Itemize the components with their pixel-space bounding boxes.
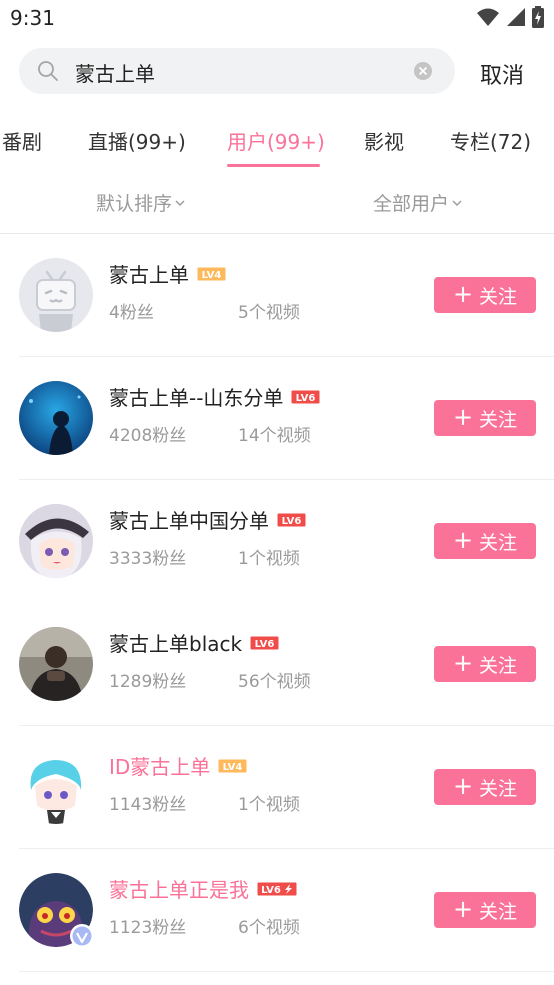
tab-bar: 番剧 直播(99+) 用户(99+) 影视 专栏(72): [0, 120, 554, 170]
video-count: 6个视频: [238, 918, 300, 938]
chevron-down-icon: [452, 200, 462, 206]
user-name[interactable]: 蒙古上单--山东分单: [109, 382, 283, 411]
default-avatar-icon: [36, 270, 76, 332]
follow-button[interactable]: + 关注: [434, 277, 536, 313]
level-badge: LV4: [197, 267, 226, 281]
sort-label: 默认排序: [96, 193, 173, 215]
video-count: 1个视频: [238, 795, 300, 815]
sort-dropdown[interactable]: 默认排序: [96, 189, 185, 216]
plus-icon: +: [452, 772, 474, 800]
fans-count: 4208粉丝: [109, 426, 187, 446]
battery-icon: [532, 6, 544, 28]
video-count: 56个视频: [238, 672, 311, 692]
filter-bar: 默认排序 全部用户: [0, 185, 554, 219]
cancel-button[interactable]: 取消: [480, 58, 524, 90]
tab-underline: [227, 164, 320, 167]
wifi-icon: [477, 8, 499, 26]
svg-text:LV6: LV6: [282, 516, 302, 527]
follow-label: 关注: [479, 900, 518, 923]
user-name[interactable]: 蒙古上单: [109, 259, 189, 288]
video-count: 14个视频: [238, 426, 311, 446]
avatar[interactable]: [19, 258, 93, 332]
user-row[interactable]: 蒙古上单正是我 LV6 1123粉丝 6个视频 + 关注: [0, 849, 554, 972]
user-name[interactable]: 蒙古上单中国分单: [109, 505, 269, 534]
search-input[interactable]: 蒙古上单: [19, 48, 455, 94]
follow-label: 关注: [479, 408, 518, 431]
user-row[interactable]: 蒙古上单中国分单 LV6 3333粉丝 1个视频 + 关注: [0, 480, 554, 603]
video-count: 5个视频: [238, 303, 300, 323]
anime-girl-avatar-image: [19, 504, 93, 578]
follow-label: 关注: [479, 654, 518, 677]
verified-badge-icon: [70, 924, 94, 948]
fans-count: 1289粉丝: [109, 672, 187, 692]
svg-text:LV6: LV6: [296, 393, 316, 404]
level-badge: LV6: [257, 882, 297, 896]
plus-icon: +: [452, 403, 474, 431]
user-name[interactable]: 蒙古上单black: [109, 628, 242, 657]
fans-count: 1123粉丝: [109, 918, 187, 938]
anime-character-avatar-image: [30, 760, 82, 824]
tab-film[interactable]: 影视: [364, 126, 404, 155]
user-row[interactable]: ID蒙古上单 LV4 1143粉丝 1个视频 + 关注: [0, 726, 554, 849]
avatar[interactable]: [19, 627, 93, 701]
user-name[interactable]: ID蒙古上单: [109, 751, 210, 780]
status-bar: 9:31: [0, 0, 554, 38]
user-name[interactable]: 蒙古上单正是我: [109, 874, 249, 903]
plus-icon: +: [452, 895, 474, 923]
video-count: 1个视频: [238, 549, 300, 569]
user-row[interactable]: 蒙古上单 LV4 4粉丝 5个视频 + 关注: [0, 234, 554, 357]
avatar[interactable]: [19, 750, 93, 824]
level-badge: LV6: [250, 636, 279, 650]
user-row[interactable]: 蒙古上单black LV6 1289粉丝 56个视频 + 关注: [0, 603, 554, 726]
fans-count: 3333粉丝: [109, 549, 187, 569]
chevron-down-icon: [175, 200, 185, 206]
svg-text:LV4: LV4: [202, 270, 222, 281]
svg-text:LV4: LV4: [223, 762, 243, 773]
tab-articles[interactable]: 专栏(72): [450, 126, 531, 155]
follow-label: 关注: [479, 777, 518, 800]
divider: [19, 971, 554, 972]
user-type-dropdown[interactable]: 全部用户: [373, 189, 462, 216]
search-bar: 蒙古上单: [0, 48, 554, 96]
status-time: 9:31: [10, 6, 55, 30]
plus-icon: +: [452, 649, 474, 677]
avatar[interactable]: [19, 381, 93, 455]
avatar[interactable]: [19, 873, 94, 948]
user-type-label: 全部用户: [373, 193, 450, 215]
fans-count: 4粉丝: [109, 303, 154, 323]
follow-button[interactable]: + 关注: [434, 400, 536, 436]
level-badge: LV4: [218, 759, 247, 773]
tab-live[interactable]: 直播(99+): [88, 126, 186, 155]
tab-anime[interactable]: 番剧: [2, 126, 42, 155]
follow-button[interactable]: + 关注: [434, 646, 536, 682]
level-badge: LV6: [277, 513, 306, 527]
tab-users[interactable]: 用户(99+): [227, 126, 325, 155]
follow-button[interactable]: + 关注: [434, 523, 536, 559]
follow-button[interactable]: + 关注: [434, 892, 536, 928]
aquarium-avatar-image: [19, 381, 93, 455]
avatar[interactable]: [19, 504, 93, 578]
plus-icon: +: [452, 526, 474, 554]
follow-label: 关注: [479, 531, 518, 554]
follow-button[interactable]: + 关注: [434, 769, 536, 805]
search-icon: [38, 61, 58, 81]
photo-avatar-image: [19, 627, 93, 701]
clear-icon[interactable]: [413, 61, 433, 81]
user-list: 蒙古上单 LV4 4粉丝 5个视频 + 关注 蒙古上单--山东分单 LV6 42…: [0, 234, 554, 972]
signal-icon: [507, 8, 525, 26]
level-badge: LV6: [291, 390, 320, 404]
plus-icon: +: [452, 280, 474, 308]
fans-count: 1143粉丝: [109, 795, 187, 815]
svg-text:LV6: LV6: [255, 639, 275, 650]
svg-text:LV6: LV6: [261, 885, 281, 896]
follow-label: 关注: [479, 285, 518, 308]
search-query: 蒙古上单: [75, 62, 155, 86]
user-row[interactable]: 蒙古上单--山东分单 LV6 4208粉丝 14个视频 + 关注: [0, 357, 554, 480]
